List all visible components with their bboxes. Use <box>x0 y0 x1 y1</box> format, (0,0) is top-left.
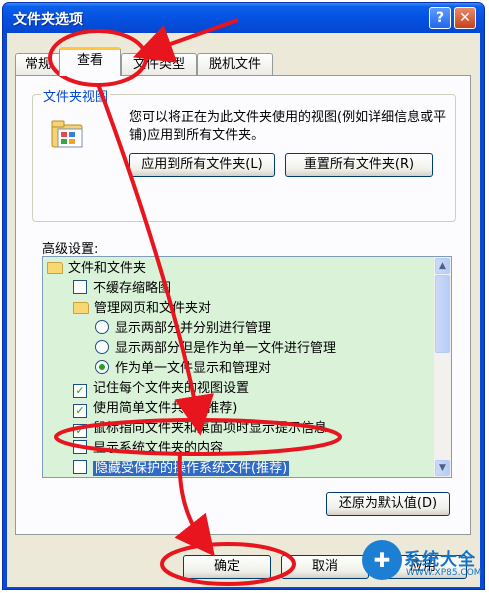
scroll-thumb[interactable] <box>435 275 450 353</box>
list-item-remember-view-settings[interactable]: ✓ 记住每个文件夹的视图设置 <box>73 379 249 399</box>
folder-options-window: 文件夹选项 ? ✕ 常规 查看 文件类型 脱机文件 文件夹视图 您可以将正在为此… <box>2 2 485 590</box>
checkbox-unchecked[interactable] <box>73 460 87 474</box>
ok-button[interactable]: 确定 <box>183 555 271 579</box>
checkbox-unchecked[interactable] <box>73 280 87 294</box>
advanced-settings-label: 高级设置: <box>42 242 99 257</box>
watermark-text: 系统大全 <box>404 550 476 570</box>
apply-to-all-folders-button[interactable]: 应用到所有文件夹(L) <box>129 153 275 177</box>
folder-views-legend: 文件夹视图 <box>41 86 111 105</box>
advanced-settings-list[interactable]: 文件和文件夹 不缓存缩略图 管理网页和文件夹对 显示两部分并分别进行管理 显示两… <box>42 256 452 478</box>
folder-icon <box>73 302 89 314</box>
watermark-url: WWW.XP85.COM <box>406 568 482 578</box>
folder-views-description: 您可以将正在为此文件夹使用的视图(例如详细信息或平铺)应用到所有文件夹。 <box>129 110 447 143</box>
list-item-hide-protected-os-files[interactable]: 隐藏受保护的操作系统文件(推荐) <box>73 459 290 477</box>
restore-defaults-button[interactable]: 还原为默认值(D) <box>326 492 450 516</box>
list-item-show-both-manage-single[interactable]: 显示两部分但是作为单一文件进行管理 <box>95 339 336 359</box>
radio-unselected[interactable] <box>95 320 109 334</box>
checkbox-checked[interactable]: ✓ <box>73 404 87 418</box>
list-item-show-system-folder-contents[interactable]: 显示系统文件夹的内容 <box>73 439 223 459</box>
radio-selected[interactable] <box>95 360 109 374</box>
checkbox-unchecked[interactable] <box>73 440 87 454</box>
checkbox-checked[interactable]: ✓ <box>73 384 87 398</box>
list-item-files-and-folders: 文件和文件夹 <box>47 259 146 279</box>
list-item-simple-file-sharing[interactable]: ✓ 使用简单文件共享 (推荐) <box>73 399 237 419</box>
watermark-logo-icon: ✚ <box>362 540 402 580</box>
help-button[interactable]: ? <box>429 7 451 29</box>
view-tab-panel: 文件夹视图 您可以将正在为此文件夹使用的视图(例如详细信息或平铺)应用到所有文件… <box>15 75 471 535</box>
dialog-body: 常规 查看 文件类型 脱机文件 文件夹视图 您可以将正在为此文件夹使用的视图(例… <box>7 33 480 587</box>
folder-view-icon <box>51 120 83 148</box>
list-item-show-pop-up-descriptions[interactable]: ✓ 鼠标指向文件夹和桌面项时显示提示信息 <box>73 419 327 439</box>
close-button[interactable]: ✕ <box>454 7 476 29</box>
radio-unselected[interactable] <box>95 340 109 354</box>
list-item-manage-web-folder-pairs: 管理网页和文件夹对 <box>73 299 211 319</box>
tab-general[interactable]: 常规 <box>15 53 61 75</box>
checkbox-checked[interactable]: ✓ <box>73 424 87 438</box>
folder-icon <box>47 262 63 274</box>
scroll-up-arrow-icon[interactable]: ▲ <box>435 258 450 274</box>
reset-all-folders-button[interactable]: 重置所有文件夹(R) <box>285 153 433 177</box>
tab-view[interactable]: 查看 <box>59 47 121 76</box>
scroll-down-arrow-icon[interactable]: ▼ <box>435 460 450 476</box>
tab-file-types[interactable]: 文件类型 <box>121 53 197 75</box>
list-scrollbar[interactable]: ▲ ▼ <box>433 257 451 477</box>
cancel-button[interactable]: 取消 <box>281 555 369 579</box>
tab-offline-files[interactable]: 脱机文件 <box>197 53 273 75</box>
title-bar[interactable]: 文件夹选项 ? ✕ <box>3 3 484 33</box>
selected-item-label: 隐藏受保护的操作系统文件(推荐) <box>93 461 290 476</box>
window-title: 文件夹选项 <box>13 12 83 28</box>
list-item-no-cache-thumbnails[interactable]: 不缓存缩略图 <box>73 279 171 299</box>
list-item-show-both-manage-separately[interactable]: 显示两部分并分别进行管理 <box>95 319 271 339</box>
folder-views-group: 文件夹视图 您可以将正在为此文件夹使用的视图(例如详细信息或平铺)应用到所有文件… <box>32 86 456 222</box>
list-item-show-manage-as-single-file[interactable]: 作为单一文件显示和管理对 <box>95 359 271 379</box>
